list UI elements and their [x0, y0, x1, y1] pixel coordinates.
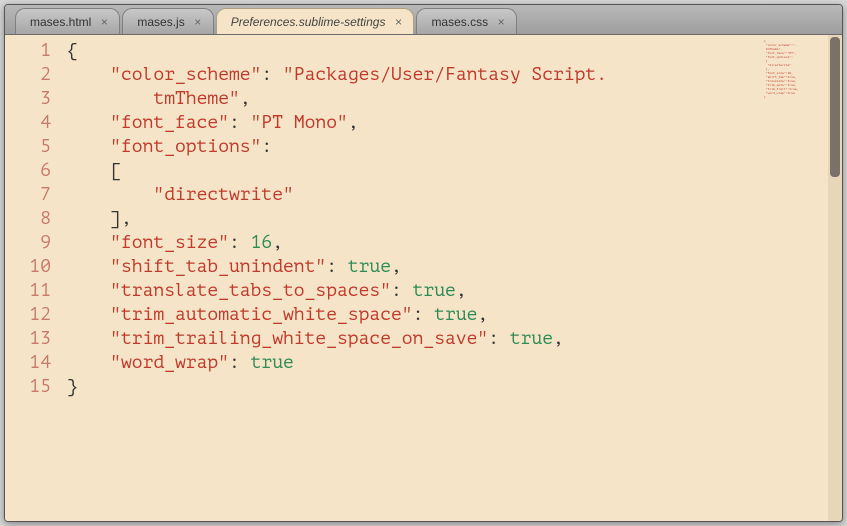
colon: : — [261, 137, 272, 157]
json-bool: true — [510, 329, 553, 349]
line-number: 7 — [5, 183, 51, 207]
tab-label: mases.css — [431, 15, 488, 29]
json-key: "font_face" — [110, 113, 229, 133]
tab-label: mases.js — [137, 15, 184, 29]
json-number: 16 — [251, 233, 273, 253]
tab-label: Preferences.sublime-settings — [231, 15, 386, 29]
json-key: "font_options" — [110, 137, 261, 157]
json-key: "font_size" — [110, 233, 229, 253]
line-number: 6 — [5, 159, 51, 183]
json-key: "shift_tab_unindent" — [110, 257, 326, 277]
json-bool: true — [251, 353, 294, 373]
json-key: "translate_tabs_to_spaces" — [110, 281, 391, 301]
close-icon[interactable]: × — [191, 15, 205, 29]
close-icon[interactable]: × — [494, 15, 508, 29]
json-bool: true — [413, 281, 456, 301]
tab-preferences[interactable]: Preferences.sublime-settings × — [216, 8, 415, 34]
json-key: "color_scheme" — [110, 65, 261, 85]
bracket-open: [ — [110, 161, 121, 181]
json-bool: true — [348, 257, 391, 277]
line-number: 8 — [5, 207, 51, 231]
line-number: 1 — [5, 39, 51, 63]
close-icon[interactable]: × — [97, 15, 111, 29]
json-bool: true — [434, 305, 477, 325]
colon: : — [229, 233, 251, 253]
line-number: 15 — [5, 375, 51, 399]
colon: : — [413, 305, 435, 325]
comma: , — [456, 281, 467, 301]
colon: : — [488, 329, 510, 349]
line-number: 11 — [5, 279, 51, 303]
colon: : — [229, 113, 251, 133]
line-number: 3 — [5, 87, 51, 111]
json-key: "trim_trailing_white_space_on_save" — [110, 329, 488, 349]
editor-area[interactable]: 1 2 3 4 5 6 7 8 9 10 11 12 13 14 15 { "c… — [5, 35, 842, 521]
comma: , — [272, 233, 283, 253]
json-string: "directwrite" — [153, 185, 293, 205]
json-key: "trim_automatic_white_space" — [110, 305, 412, 325]
comma: , — [391, 257, 402, 277]
json-string: tmTheme" — [153, 89, 239, 109]
tab-mases-js[interactable]: mases.js × — [122, 8, 213, 34]
line-number: 2 — [5, 63, 51, 87]
line-number: 5 — [5, 135, 51, 159]
comma: , — [240, 89, 251, 109]
json-string: "Packages/User/Fantasy Script. — [283, 65, 607, 85]
line-number: 12 — [5, 303, 51, 327]
json-key: "word_wrap" — [110, 353, 229, 373]
colon: : — [391, 281, 413, 301]
brace-close: } — [67, 377, 78, 397]
vertical-scrollbar[interactable] — [828, 35, 842, 521]
colon: : — [261, 65, 283, 85]
line-number: 9 — [5, 231, 51, 255]
json-string: "PT Mono" — [251, 113, 348, 133]
colon: : — [326, 257, 348, 277]
code-content[interactable]: { "color_scheme": "Packages/User/Fantasy… — [61, 35, 842, 521]
line-number: 14 — [5, 351, 51, 375]
close-icon[interactable]: × — [391, 15, 405, 29]
comma: , — [477, 305, 488, 325]
line-number-gutter: 1 2 3 4 5 6 7 8 9 10 11 12 13 14 15 — [5, 35, 61, 521]
comma: , — [348, 113, 359, 133]
minimap[interactable]: { "color_scheme":".. tmTheme", "font_fac… — [764, 39, 824, 109]
tab-bar: mases.html × mases.js × Preferences.subl… — [5, 5, 842, 35]
colon: : — [229, 353, 251, 373]
line-number: 4 — [5, 111, 51, 135]
line-number: 10 — [5, 255, 51, 279]
line-number: 13 — [5, 327, 51, 351]
editor-window: mases.html × mases.js × Preferences.subl… — [4, 4, 843, 522]
tab-label: mases.html — [30, 15, 91, 29]
tab-mases-html[interactable]: mases.html × — [15, 8, 120, 34]
scrollbar-thumb[interactable] — [830, 37, 840, 177]
brace-open: { — [67, 41, 78, 61]
comma: , — [553, 329, 564, 349]
bracket-close: ], — [110, 209, 132, 229]
tab-mases-css[interactable]: mases.css × — [416, 8, 517, 34]
